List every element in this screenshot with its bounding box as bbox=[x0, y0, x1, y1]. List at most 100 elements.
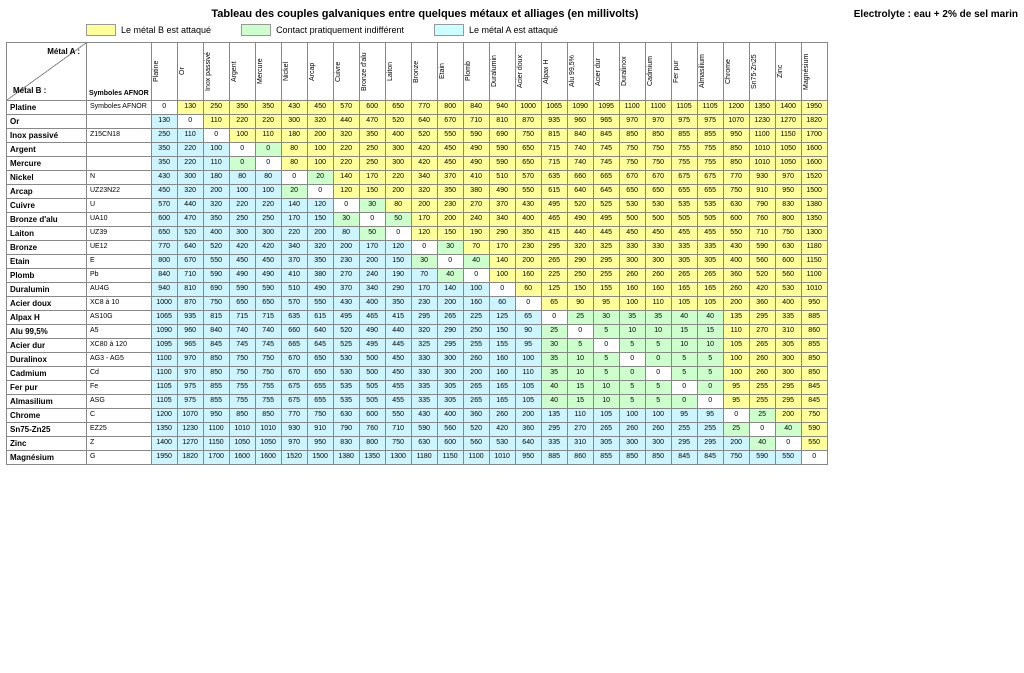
value-cell: 600 bbox=[359, 409, 385, 423]
value-cell: 755 bbox=[255, 395, 281, 409]
value-cell: 640 bbox=[567, 185, 593, 199]
table-row: Fer purFe1105975855755755675655535505455… bbox=[7, 381, 828, 395]
value-cell: 330 bbox=[411, 367, 437, 381]
value-cell: 40 bbox=[775, 423, 801, 437]
value-cell: 635 bbox=[281, 311, 307, 325]
value-cell: 300 bbox=[437, 367, 463, 381]
value-cell: 265 bbox=[697, 269, 723, 283]
table-row: DuraluminAU4G940810690590590510490370340… bbox=[7, 283, 828, 297]
value-cell: 200 bbox=[307, 129, 333, 143]
value-cell: 155 bbox=[593, 283, 619, 297]
value-cell: 860 bbox=[801, 325, 827, 339]
value-cell: 755 bbox=[697, 143, 723, 157]
value-cell: 90 bbox=[567, 297, 593, 311]
value-cell: 600 bbox=[775, 255, 801, 269]
value-cell: 100 bbox=[619, 297, 645, 311]
value-cell: 550 bbox=[307, 297, 333, 311]
value-cell: 110 bbox=[645, 297, 671, 311]
value-cell: 770 bbox=[281, 409, 307, 423]
value-cell: 630 bbox=[333, 409, 359, 423]
table-row: PlombPb840710590490490410380270240190704… bbox=[7, 269, 828, 283]
value-cell: 430 bbox=[151, 171, 177, 185]
value-cell: 40 bbox=[671, 311, 697, 325]
value-cell: 200 bbox=[411, 199, 437, 213]
col-header-17: Acier dur bbox=[593, 43, 619, 101]
value-cell: 1095 bbox=[151, 339, 177, 353]
value-cell: 670 bbox=[281, 367, 307, 381]
value-cell: 1270 bbox=[775, 115, 801, 129]
value-cell: 935 bbox=[177, 311, 203, 325]
value-cell: 100 bbox=[515, 353, 541, 367]
value-cell: 340 bbox=[411, 171, 437, 185]
value-cell: 770 bbox=[411, 101, 437, 115]
value-cell: 410 bbox=[463, 171, 489, 185]
value-cell: 220 bbox=[255, 199, 281, 213]
value-cell: 455 bbox=[671, 227, 697, 241]
value-cell: 265 bbox=[437, 311, 463, 325]
value-cell: 850 bbox=[619, 451, 645, 465]
value-cell: 0 bbox=[645, 367, 671, 381]
value-cell: 95 bbox=[723, 381, 749, 395]
table-row: Acier douxXC8 à 101000870750650650570550… bbox=[7, 297, 828, 311]
value-cell: 590 bbox=[463, 129, 489, 143]
value-cell: 750 bbox=[645, 143, 671, 157]
value-cell: 520 bbox=[203, 241, 229, 255]
row-name-24: Zinc bbox=[7, 437, 87, 451]
value-cell: 120 bbox=[385, 241, 411, 255]
legend-green-box bbox=[241, 24, 271, 36]
value-cell: 125 bbox=[541, 283, 567, 297]
value-cell: 530 bbox=[489, 437, 515, 451]
value-cell: 5 bbox=[697, 367, 723, 381]
value-cell: 10 bbox=[567, 353, 593, 367]
value-cell: 150 bbox=[359, 185, 385, 199]
value-cell: 450 bbox=[437, 143, 463, 157]
col-header-5: Nickel bbox=[281, 43, 307, 101]
value-cell: 0 bbox=[385, 227, 411, 241]
value-cell: 270 bbox=[749, 325, 775, 339]
value-cell: 455 bbox=[385, 395, 411, 409]
value-cell: 950 bbox=[801, 297, 827, 311]
value-cell: 15 bbox=[671, 325, 697, 339]
value-cell: 35 bbox=[645, 311, 671, 325]
value-cell: 30 bbox=[593, 311, 619, 325]
value-cell: 630 bbox=[411, 437, 437, 451]
value-cell: 1950 bbox=[801, 101, 827, 115]
value-cell: 855 bbox=[697, 129, 723, 143]
value-cell: 495 bbox=[541, 199, 567, 213]
value-cell: 105 bbox=[515, 395, 541, 409]
value-cell: 200 bbox=[307, 227, 333, 241]
value-cell: 350 bbox=[203, 213, 229, 227]
value-cell: 535 bbox=[333, 395, 359, 409]
value-cell: 1010 bbox=[801, 283, 827, 297]
value-cell: 1100 bbox=[619, 101, 645, 115]
value-cell: 520 bbox=[333, 325, 359, 339]
value-cell: 400 bbox=[723, 255, 749, 269]
value-cell: 410 bbox=[281, 269, 307, 283]
value-cell: 0 bbox=[229, 143, 255, 157]
value-cell: 855 bbox=[671, 129, 697, 143]
value-cell: 300 bbox=[775, 353, 801, 367]
value-cell: 1520 bbox=[281, 451, 307, 465]
value-cell: 0 bbox=[671, 395, 697, 409]
value-cell: 400 bbox=[359, 297, 385, 311]
value-cell: 140 bbox=[333, 171, 359, 185]
row-afnor-4 bbox=[87, 157, 152, 171]
value-cell: 370 bbox=[437, 171, 463, 185]
value-cell: 590 bbox=[229, 283, 255, 297]
row-name-9: Laiton bbox=[7, 227, 87, 241]
value-cell: 450 bbox=[307, 101, 333, 115]
value-cell: 975 bbox=[177, 381, 203, 395]
value-cell: 10 bbox=[593, 381, 619, 395]
value-cell: 135 bbox=[723, 311, 749, 325]
value-cell: 255 bbox=[671, 423, 697, 437]
row-afnor-5: N bbox=[87, 171, 152, 185]
value-cell: 5 bbox=[645, 395, 671, 409]
value-cell: 150 bbox=[385, 255, 411, 269]
row-afnor-7: U bbox=[87, 199, 152, 213]
value-cell: 100 bbox=[619, 409, 645, 423]
value-cell: 240 bbox=[463, 213, 489, 227]
value-cell: 310 bbox=[775, 325, 801, 339]
value-cell: 1700 bbox=[203, 451, 229, 465]
table-row: Mercure350220110008010022025030042045049… bbox=[7, 157, 828, 171]
value-cell: 660 bbox=[567, 171, 593, 185]
